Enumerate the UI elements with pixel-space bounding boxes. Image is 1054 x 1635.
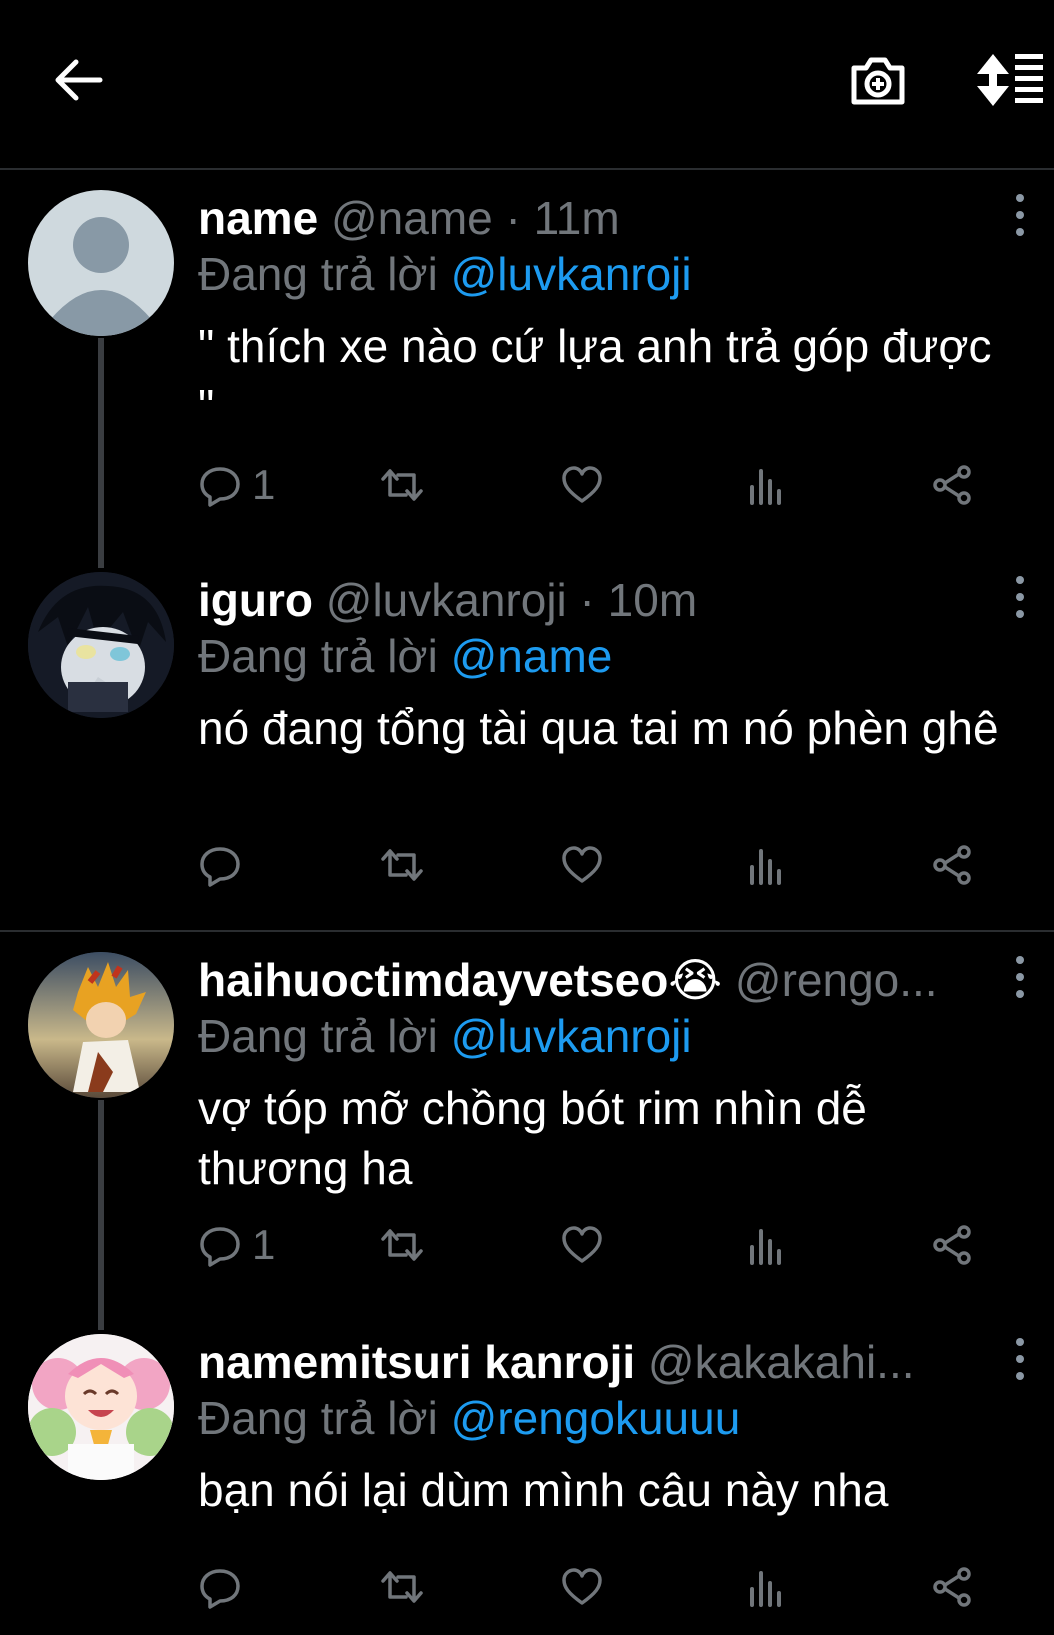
avatar[interactable] bbox=[28, 952, 174, 1098]
analytics-icon bbox=[750, 849, 781, 885]
heart-icon bbox=[562, 466, 602, 503]
tweet-actions: 1 bbox=[198, 1220, 1018, 1270]
default-avatar-icon bbox=[50, 217, 152, 336]
avatar[interactable] bbox=[28, 572, 174, 718]
heart-icon bbox=[562, 1226, 602, 1263]
retweet-button[interactable] bbox=[380, 840, 424, 890]
retweet-button[interactable] bbox=[380, 1220, 424, 1270]
like-button[interactable] bbox=[560, 460, 604, 510]
tweet[interactable]: name @name · 11m Đang trả lời @luvkanroj… bbox=[0, 190, 1054, 560]
tweet-header: namemitsuri kanroji @kakakahi... bbox=[198, 1334, 994, 1390]
reply-mention[interactable]: @name bbox=[451, 630, 613, 682]
tweet-actions: 1 bbox=[198, 460, 1018, 510]
tweet[interactable]: namemitsuri kanroji @kakakahi... Đang tr… bbox=[0, 1334, 1054, 1624]
tweet-header: haihuoctimdayvetseo😭 @rengo... bbox=[198, 952, 994, 1008]
top-bar bbox=[0, 0, 1054, 170]
sort-icon[interactable] bbox=[975, 50, 1045, 110]
reply-icon bbox=[200, 847, 240, 887]
reply-prefix: Đang trả lời bbox=[198, 1392, 438, 1444]
camera-add-icon[interactable] bbox=[848, 50, 908, 110]
display-name[interactable]: name bbox=[198, 192, 318, 244]
handle-time: @rengo... bbox=[734, 954, 938, 1006]
reply-count: 1 bbox=[252, 461, 276, 508]
heart-icon bbox=[562, 846, 602, 883]
arrow-left-icon[interactable] bbox=[50, 52, 106, 108]
retweet-icon bbox=[381, 469, 423, 501]
replying-to: Đang trả lời @rengokuuuu bbox=[198, 1390, 740, 1446]
replying-to: Đang trả lời @name bbox=[198, 628, 612, 684]
reply-button[interactable] bbox=[198, 840, 252, 890]
tweet-actions bbox=[198, 1562, 1018, 1612]
tweet-header: name @name · 11m bbox=[198, 190, 994, 246]
reply-mention[interactable]: @luvkanroji bbox=[451, 248, 692, 300]
share-button[interactable] bbox=[930, 1562, 974, 1612]
replying-to: Đang trả lời @luvkanroji bbox=[198, 1008, 692, 1064]
analytics-icon bbox=[750, 1571, 781, 1607]
thread-divider bbox=[0, 930, 1054, 932]
share-icon bbox=[933, 1567, 971, 1607]
display-name[interactable]: namemitsuri kanroji bbox=[198, 1336, 635, 1388]
heart-icon bbox=[562, 1568, 602, 1605]
views-button[interactable] bbox=[744, 1562, 788, 1612]
tweet[interactable]: iguro @luvkanroji · 10m Đang trả lời @na… bbox=[0, 572, 1054, 902]
retweet-icon bbox=[381, 849, 423, 881]
more-options-icon[interactable] bbox=[1008, 1334, 1032, 1384]
avatar-image bbox=[28, 572, 174, 718]
retweet-icon bbox=[381, 1571, 423, 1603]
handle-time: @luvkanroji · 10m bbox=[325, 574, 698, 626]
like-button[interactable] bbox=[560, 1220, 604, 1270]
display-name[interactable]: haihuoctimdayvetseo😭 bbox=[198, 954, 722, 1006]
like-button[interactable] bbox=[560, 1562, 604, 1612]
reply-button[interactable]: 1 bbox=[198, 460, 275, 510]
avatar[interactable] bbox=[28, 1334, 174, 1480]
reply-icon bbox=[200, 1227, 240, 1267]
reply-icon bbox=[200, 1569, 240, 1609]
reply-button[interactable]: 1 bbox=[198, 1220, 275, 1270]
reply-prefix: Đang trả lời bbox=[198, 630, 438, 682]
reply-count: 1 bbox=[252, 1221, 276, 1268]
retweet-button[interactable] bbox=[380, 460, 424, 510]
share-button[interactable] bbox=[930, 460, 974, 510]
reply-prefix: Đang trả lời bbox=[198, 248, 438, 300]
retweet-icon bbox=[381, 1229, 423, 1261]
tweet-text: bạn nói lại dùm mình câu này nha bbox=[198, 1464, 889, 1516]
retweet-button[interactable] bbox=[380, 1562, 424, 1612]
more-options-icon[interactable] bbox=[1008, 952, 1032, 1002]
avatar-image bbox=[28, 952, 174, 1098]
share-icon bbox=[933, 845, 971, 885]
share-button[interactable] bbox=[930, 1220, 974, 1270]
more-options-icon[interactable] bbox=[1008, 572, 1032, 622]
reply-icon bbox=[200, 467, 240, 507]
like-button[interactable] bbox=[560, 840, 604, 890]
tweet-actions bbox=[198, 840, 1018, 890]
share-button[interactable] bbox=[930, 840, 974, 890]
avatar[interactable] bbox=[28, 190, 174, 336]
tweet-text: " thích xe nào cứ lựa anh trả góp được " bbox=[198, 320, 992, 432]
avatar-image bbox=[28, 1334, 174, 1480]
reply-mention[interactable]: @rengokuuuu bbox=[451, 1392, 741, 1444]
reply-mention[interactable]: @luvkanroji bbox=[451, 1010, 692, 1062]
share-icon bbox=[933, 465, 971, 505]
views-button[interactable] bbox=[744, 840, 788, 890]
replying-to: Đang trả lời @luvkanroji bbox=[198, 246, 692, 302]
views-button[interactable] bbox=[744, 1220, 788, 1270]
more-options-icon[interactable] bbox=[1008, 190, 1032, 240]
handle-time: @kakakahi... bbox=[647, 1336, 915, 1388]
analytics-icon bbox=[750, 469, 781, 505]
views-button[interactable] bbox=[744, 460, 788, 510]
tweet[interactable]: haihuoctimdayvetseo😭 @rengo... Đang trả … bbox=[0, 952, 1054, 1282]
reply-prefix: Đang trả lời bbox=[198, 1010, 438, 1062]
handle-time: @name · 11m bbox=[330, 192, 620, 244]
tweet-header: iguro @luvkanroji · 10m bbox=[198, 572, 994, 628]
tweet-text: nó đang tổng tài qua tai m nó phèn ghê bbox=[198, 702, 999, 754]
reply-button[interactable] bbox=[198, 1562, 252, 1612]
display-name[interactable]: iguro bbox=[198, 574, 313, 626]
tweet-text: vợ tóp mỡ chồng bót rim nhìn dễ thương h… bbox=[198, 1082, 867, 1194]
share-icon bbox=[933, 1225, 971, 1265]
analytics-icon bbox=[750, 1229, 781, 1265]
